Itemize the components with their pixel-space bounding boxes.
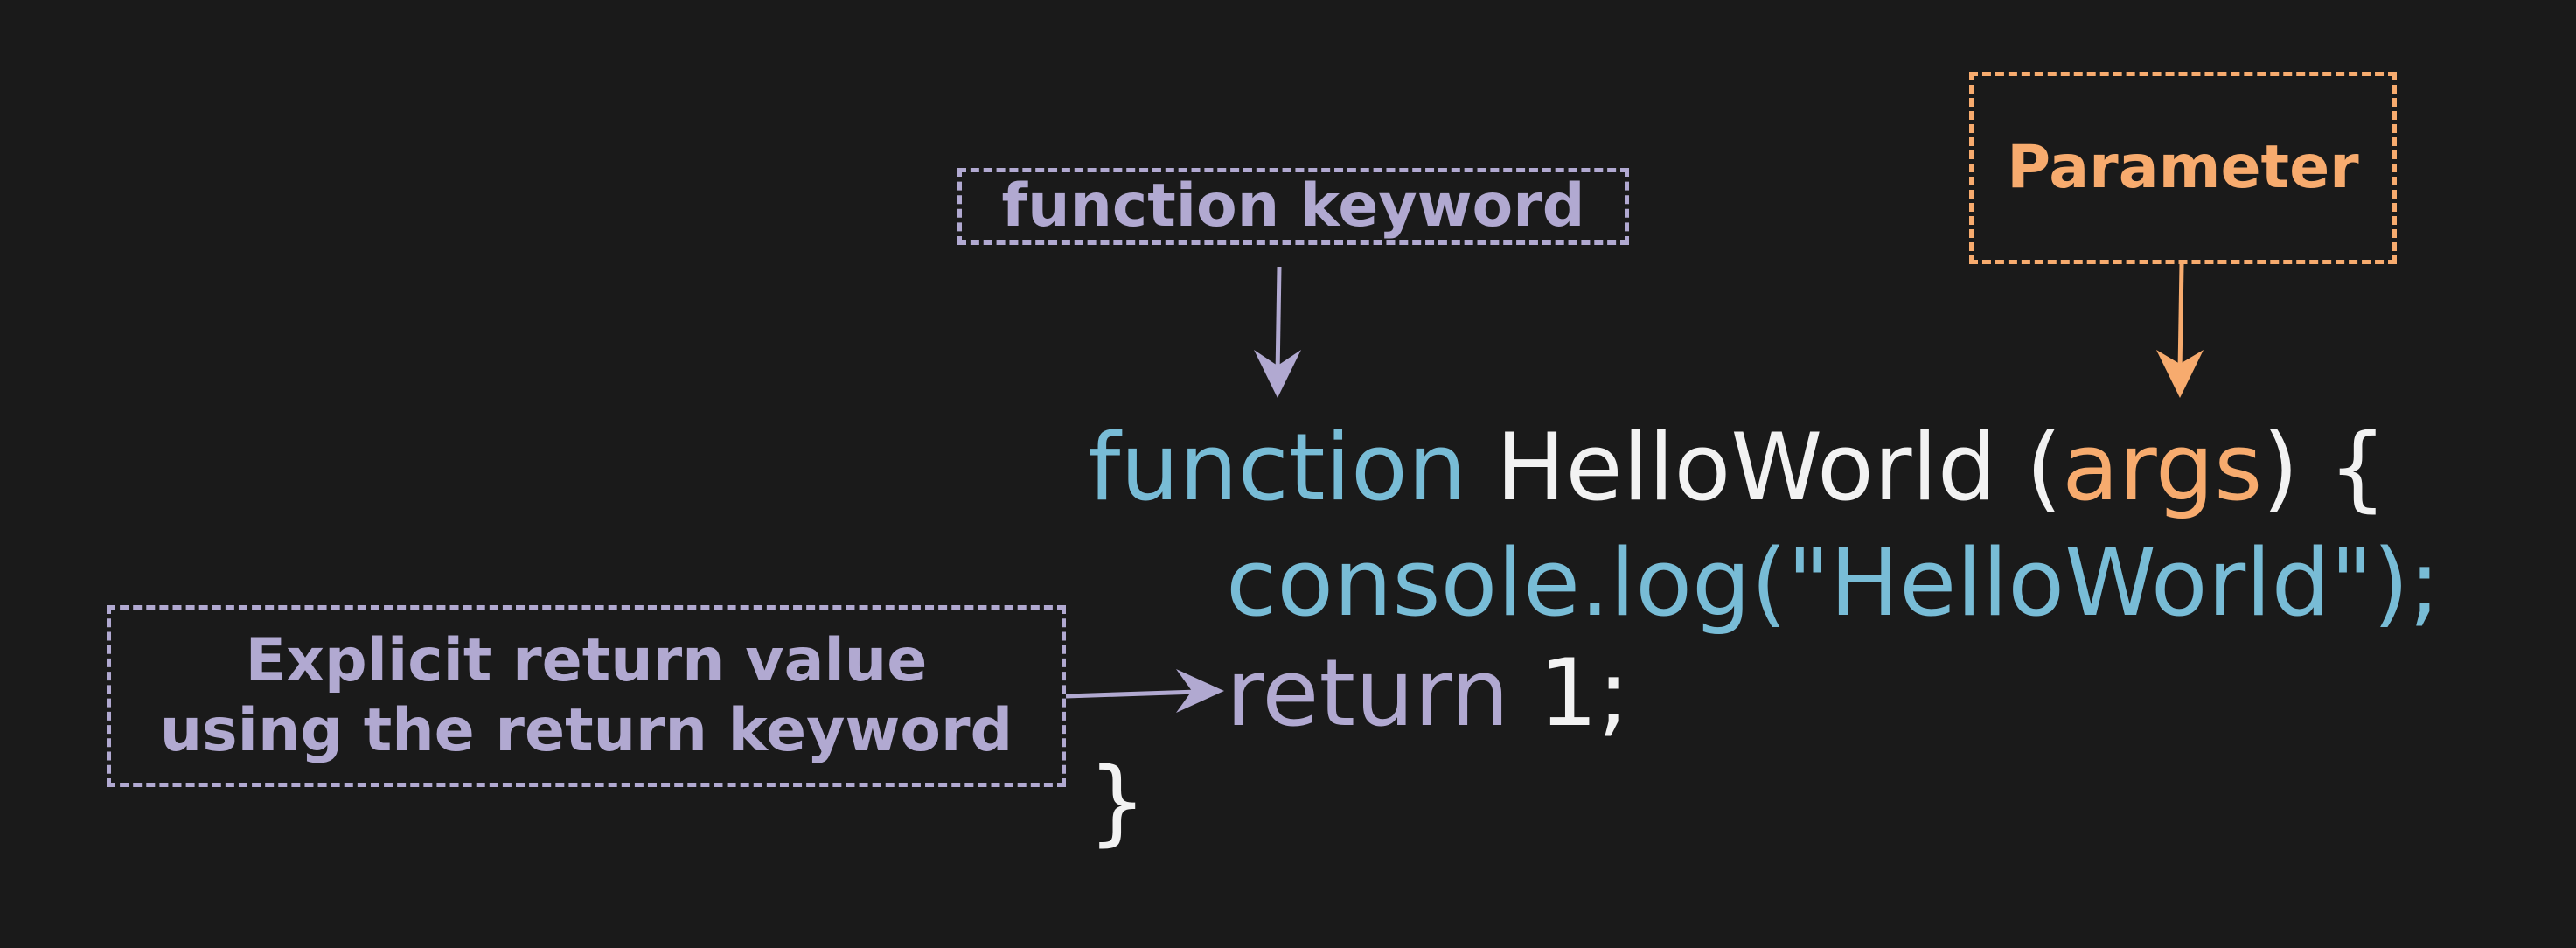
function-keyword-arrow — [1254, 266, 1301, 398]
arrows-layer — [1065, 263, 2204, 713]
diagram-canvas: function keyword Parameter Explicit retu… — [0, 0, 2576, 948]
return-arrow — [1065, 669, 1224, 713]
parameter-arrow — [2156, 263, 2204, 398]
